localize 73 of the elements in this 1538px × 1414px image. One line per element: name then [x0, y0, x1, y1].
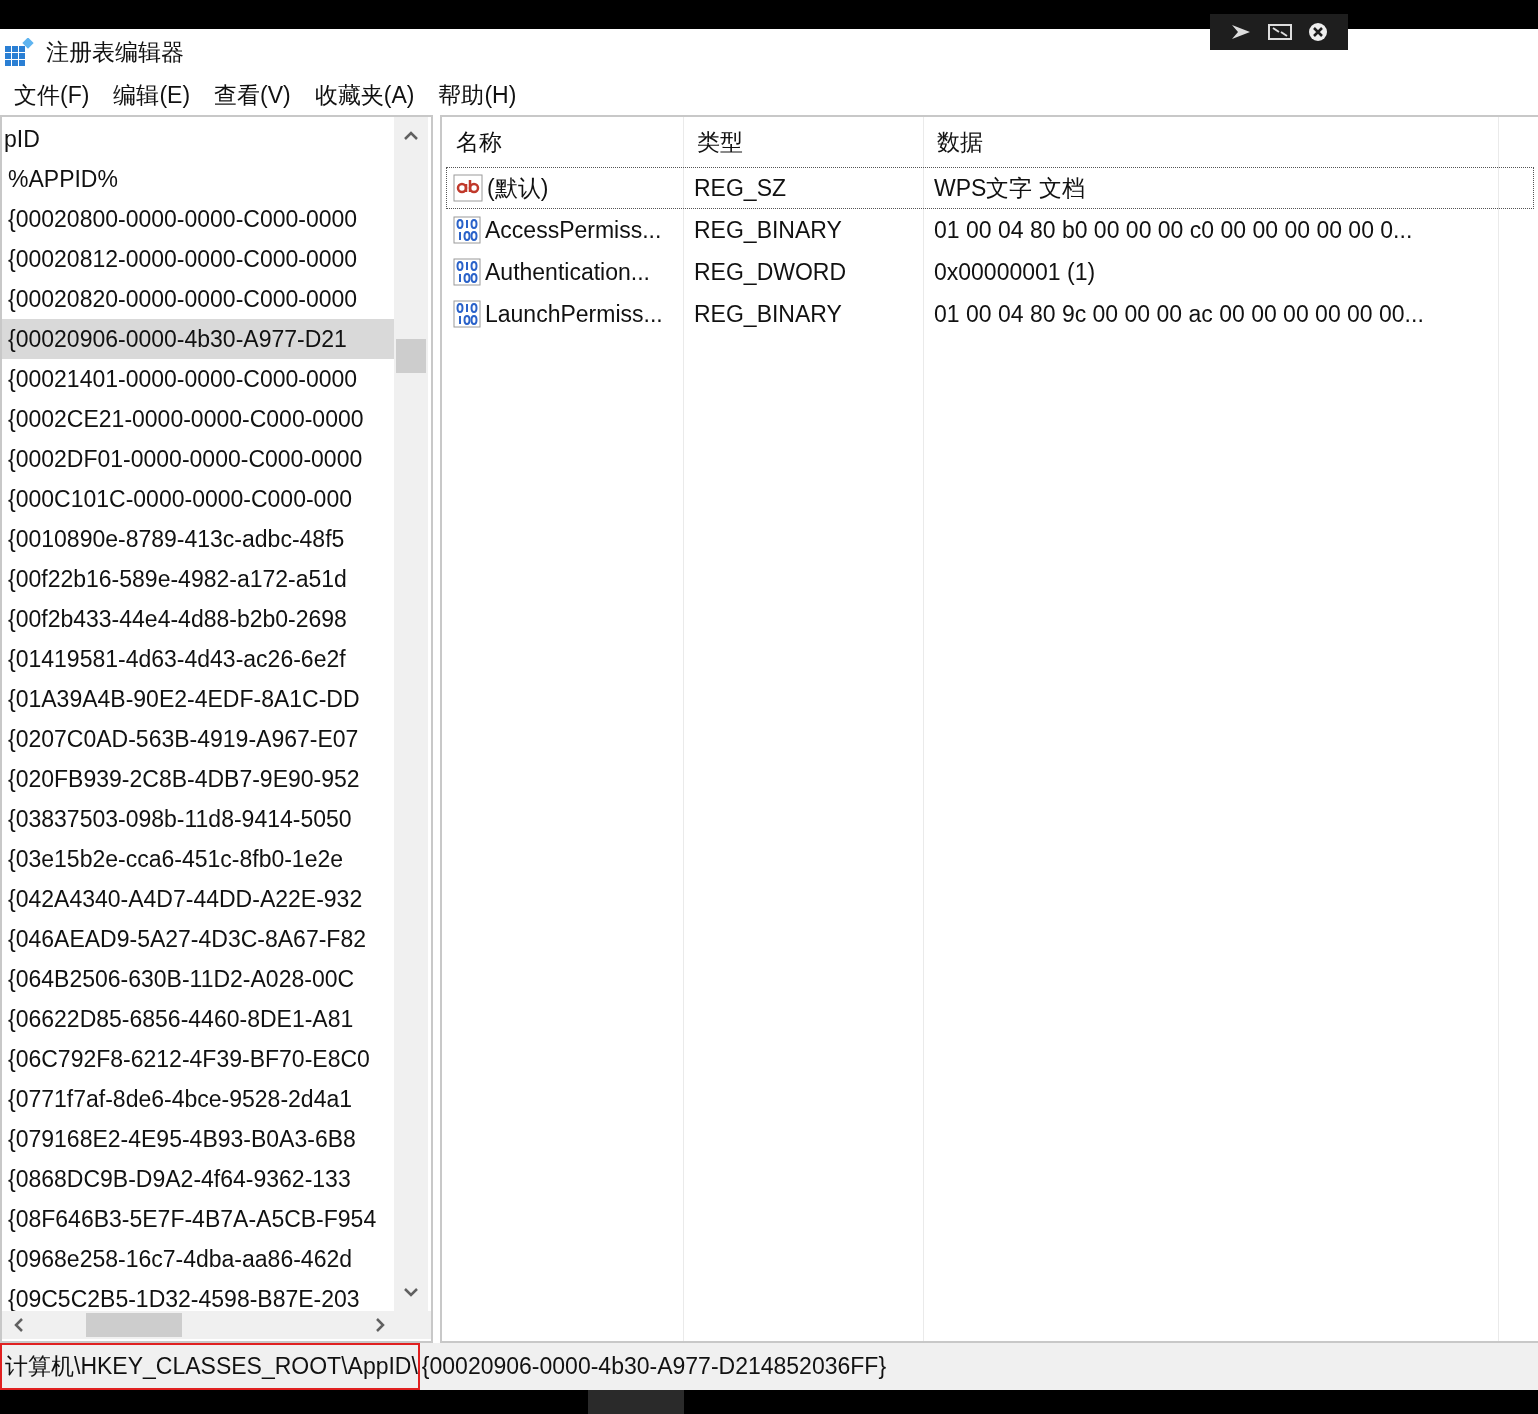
status-path: {00020906-0000-4b30-A977-D214852036FF} — [420, 1352, 888, 1382]
menu-item[interactable]: 帮助(H) — [430, 77, 525, 113]
tree-item[interactable]: {01A39A4B-90E2-4EDF-8A1C-DD — [2, 679, 394, 719]
tree-item[interactable]: {00021401-0000-0000-C000-0000 — [2, 359, 394, 399]
value-type: REG_BINARY — [693, 215, 843, 245]
value-name: Authentication... — [485, 257, 650, 287]
menu-item[interactable]: 编辑(E) — [105, 77, 199, 113]
tree-item[interactable]: {046AEAD9-5A27-4D3C-8A67-F82 — [2, 919, 394, 959]
menu-item[interactable]: 文件(F) — [6, 77, 98, 113]
tree-item[interactable]: {0771f7af-8de6-4bce-9528-2d4a1 — [2, 1079, 394, 1119]
pin-icon[interactable] — [1230, 23, 1252, 41]
tree-item[interactable]: {03e15b2e-cca6-451c-8fb0-1e2e — [2, 839, 394, 879]
value-row[interactable]: AccessPermiss... REG_BINARY 01 00 04 80 b0 00 00 00 c0 00 00 00 00 00 0... — [446, 209, 1534, 251]
value-type: REG_SZ — [693, 173, 788, 203]
scroll-thumb[interactable] — [86, 1313, 182, 1337]
tree-item[interactable]: {0207C0AD-563B-4919-A967-E07 — [2, 719, 394, 759]
value-type: REG_BINARY — [693, 299, 843, 329]
menu-item[interactable]: 查看(V) — [206, 77, 299, 113]
scroll-up-icon[interactable] — [403, 131, 419, 141]
tree-item[interactable]: {00f22b16-589e-4982-a172-a51d — [2, 559, 394, 599]
tree-item[interactable]: {0002DF01-0000-0000-C000-0000 — [2, 439, 394, 479]
tree-item[interactable]: {0002CE21-0000-0000-C000-0000 — [2, 399, 394, 439]
column-header[interactable]: 数据 — [923, 117, 1498, 167]
registry-icon — [4, 38, 34, 66]
tree-item[interactable]: {00f2b433-44e4-4d88-b2b0-2698 — [2, 599, 394, 639]
value-name: AccessPermiss... — [485, 215, 662, 245]
value-data: WPS文字 文档 — [933, 173, 1086, 203]
window-title: 注册表编辑器 — [46, 37, 184, 67]
tree-item[interactable]: {079168E2-4E95-4B93-B0A3-6B8 — [2, 1119, 394, 1159]
tree-item[interactable]: {0968e258-16c7-4dba-aa86-462d — [2, 1239, 394, 1279]
tree-item[interactable]: pID — [2, 119, 394, 159]
value-row[interactable]: Authentication... REG_DWORD 0x00000001 (1) — [446, 251, 1534, 293]
value-name: (默认) — [487, 173, 549, 203]
tree-item[interactable]: {09C5C2B5-1D32-4598-B87E-203 — [2, 1279, 394, 1311]
resize-icon[interactable] — [1268, 24, 1292, 40]
column-header[interactable]: 类型 — [683, 117, 923, 167]
scroll-down-icon[interactable] — [403, 1287, 419, 1297]
value-type: REG_DWORD — [693, 257, 848, 287]
tree-item[interactable]: {06C792F8-6212-4F39-BF70-E8C0 — [2, 1039, 394, 1079]
tree-item[interactable]: {01419581-4d63-4d43-ac26-6e2f — [2, 639, 394, 679]
tree-item[interactable]: {020FB939-2C8B-4DB7-9E90-952 — [2, 759, 394, 799]
tree-item[interactable]: {00020820-0000-0000-C000-0000 — [2, 279, 394, 319]
tree-item[interactable]: {0868DC9B-D9A2-4f64-9362-133 — [2, 1159, 394, 1199]
status-path: 计算机\HKEY_CLASSES_ROOT\AppID\ — [0, 1343, 420, 1390]
close-icon[interactable] — [1308, 22, 1328, 42]
value-data: 01 00 04 80 9c 00 00 00 ac 00 00 00 00 00 00... — [933, 299, 1425, 329]
vertical-scrollbar[interactable] — [394, 117, 428, 1311]
tree-item[interactable]: {00020800-0000-0000-C000-0000 — [2, 199, 394, 239]
tree-item[interactable]: {042A4340-A4D7-44DD-A22E-932 — [2, 879, 394, 919]
menu-item[interactable]: 收藏夹(A) — [306, 77, 423, 113]
scroll-thumb[interactable] — [396, 339, 426, 373]
tree-item[interactable]: {00020812-0000-0000-C000-0000 — [2, 239, 394, 279]
string-value-icon — [453, 174, 483, 202]
binary-value-icon — [453, 258, 481, 286]
scroll-left-icon[interactable] — [14, 1317, 24, 1333]
binary-value-icon — [453, 216, 481, 244]
tree-item[interactable]: {08F646B3-5E7F-4B7A-A5CB-F954 — [2, 1199, 394, 1239]
tree-item[interactable]: {00020906-0000-4b30-A977-D21 — [2, 319, 394, 359]
value-data: 01 00 04 80 b0 00 00 00 c0 00 00 00 00 00 0... — [933, 215, 1414, 245]
tree-item[interactable]: {0010890e-8789-413c-adbc-48f5 — [2, 519, 394, 559]
tree-item[interactable]: {03837503-098b-11d8-9414-5050 — [2, 799, 394, 839]
column-header[interactable]: 名称 — [442, 117, 683, 167]
scroll-right-icon[interactable] — [375, 1317, 385, 1333]
tree-item[interactable]: {000C101C-0000-0000-C000-000 — [2, 479, 394, 519]
tree-item[interactable]: %APPID% — [2, 159, 394, 199]
tree-item[interactable]: {064B2506-630B-11D2-A028-00C — [2, 959, 394, 999]
value-data: 0x00000001 (1) — [933, 257, 1097, 287]
value-row[interactable]: (默认) REG_SZ WPS文字 文档 — [446, 167, 1534, 209]
tree-item[interactable]: {06622D85-6856-4460-8DE1-A81 — [2, 999, 394, 1039]
binary-value-icon — [453, 300, 481, 328]
horizontal-scrollbar[interactable] — [2, 1311, 431, 1339]
value-row[interactable]: LaunchPermiss... REG_BINARY 01 00 04 80 9c 00 00 00 ac 00 00 00 00 00 00... — [446, 293, 1534, 335]
value-name: LaunchPermiss... — [485, 299, 663, 329]
